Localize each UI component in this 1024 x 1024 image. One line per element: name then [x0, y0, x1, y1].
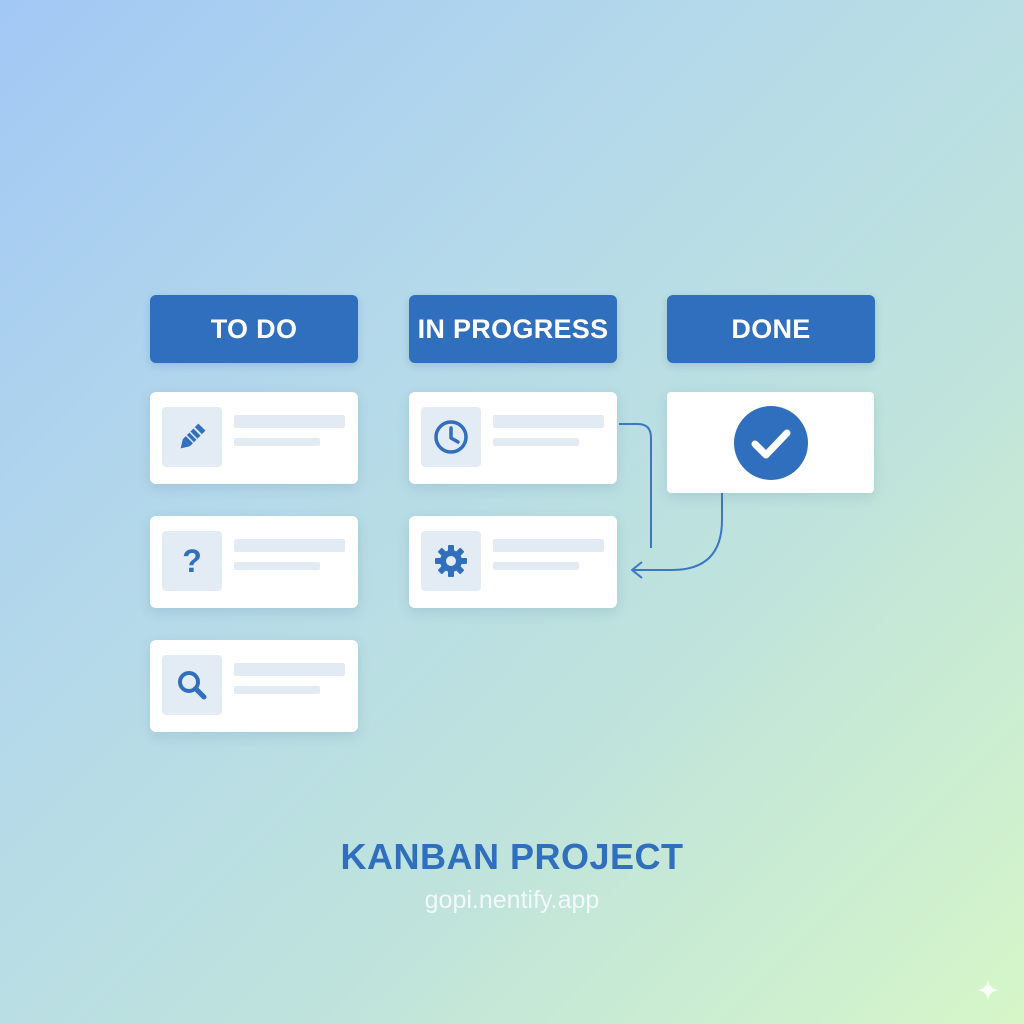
project-title: KANBAN PROJECT	[340, 836, 684, 877]
question-icon: ?	[162, 531, 222, 591]
in-progress-card-settings[interactable]	[409, 516, 617, 608]
question-glyph: ?	[182, 542, 202, 579]
placeholder-line	[493, 562, 579, 570]
placeholder-line	[234, 663, 345, 676]
column-header-todo[interactable]: TO DO	[150, 295, 358, 363]
pencil-icon	[162, 407, 222, 467]
clock-icon	[421, 407, 481, 467]
placeholder-line	[234, 539, 345, 552]
in-progress-card-clock[interactable]	[409, 392, 617, 484]
placeholder-line	[234, 415, 345, 428]
placeholder-line	[493, 415, 604, 428]
search-icon	[162, 655, 222, 715]
placeholder-line	[493, 438, 579, 446]
sparkle-icon	[977, 979, 999, 1001]
placeholder-line	[234, 562, 320, 570]
placeholder-line	[234, 686, 320, 694]
column-header-done[interactable]: DONE	[667, 295, 875, 363]
project-url[interactable]: gopi.nentify.app	[0, 886, 1024, 915]
todo-card-question[interactable]: ?	[150, 516, 358, 608]
todo-card-search[interactable]	[150, 640, 358, 732]
check-circle-icon	[733, 405, 808, 480]
todo-card-edit[interactable]	[150, 392, 358, 484]
gear-icon	[421, 531, 481, 591]
done-card-complete[interactable]	[667, 392, 874, 493]
placeholder-line	[493, 539, 604, 552]
column-header-in-progress[interactable]: IN PROGRESS	[409, 295, 617, 363]
placeholder-line	[234, 438, 320, 446]
